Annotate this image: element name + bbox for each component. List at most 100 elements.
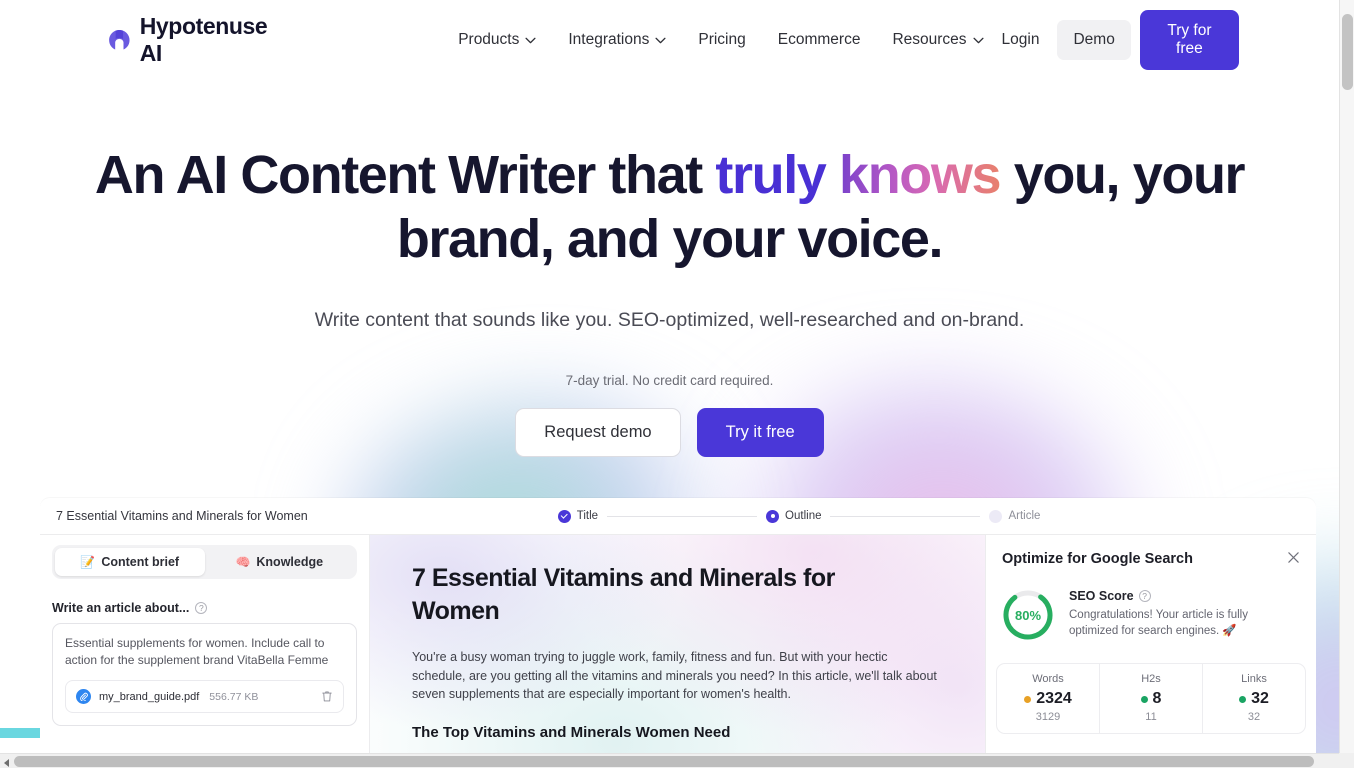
chevron-down-icon — [972, 37, 984, 43]
attachment-chip[interactable]: my_brand_guide.pdf 556.77 KB — [65, 680, 344, 713]
brief-input-value: Essential supplements for women. Include… — [65, 636, 329, 667]
document-title: 7 Essential Vitamins and Minerals for Wo… — [56, 509, 308, 523]
step-connector — [607, 515, 758, 517]
seo-score-label-row: SEO Score ? — [1069, 589, 1289, 603]
seo-panel-header: Optimize for Google Search — [1002, 551, 1300, 567]
brief-field-header: Write an article about... ? — [52, 601, 357, 615]
nav-item-products-label: Products — [458, 31, 520, 48]
seo-score-row: 80% SEO Score ? Congratulations! Your ar… — [1002, 589, 1300, 641]
trash-icon[interactable] — [321, 690, 333, 703]
attachment-file-size: 556.77 KB — [209, 690, 259, 703]
tab-knowledge[interactable]: 🧠 Knowledge — [205, 548, 355, 576]
status-dot-warning — [1024, 695, 1032, 703]
close-icon[interactable] — [1287, 551, 1300, 564]
nav-item-pricing-label: Pricing — [698, 31, 746, 48]
trial-note: 7-day trial. No credit card required. — [565, 373, 774, 388]
check-circle-icon — [557, 509, 571, 523]
seo-score-ring: 80% — [1002, 589, 1054, 641]
status-dot-ok — [1239, 695, 1247, 703]
try-for-free-button[interactable]: Try for free — [1139, 10, 1239, 70]
panel-tabs: 📝 Content brief 🧠 Knowledge — [52, 545, 357, 579]
vertical-scrollbar-thumb[interactable] — [1342, 14, 1353, 90]
tab-content-brief[interactable]: 📝 Content brief — [55, 548, 205, 576]
nav-item-integrations[interactable]: Integrations — [568, 31, 666, 49]
hypotenuse-logo-icon — [109, 29, 130, 50]
stat-h2s-value: 8 — [1152, 690, 1162, 707]
stat-words-name: Words — [1032, 673, 1064, 685]
nav-links: Products Integrations Pricing Ecommerce … — [458, 31, 984, 49]
seo-panel-title: Optimize for Google Search — [1002, 551, 1193, 567]
nav-item-ecommerce[interactable]: Ecommerce — [778, 31, 861, 49]
brain-icon: 🧠 — [235, 555, 251, 569]
horizontal-scrollbar-thumb[interactable] — [14, 756, 1314, 767]
hero-section: An AI Content Writer that truly knows yo… — [0, 80, 1339, 457]
try-it-free-button[interactable]: Try it free — [696, 408, 824, 457]
scroll-left-arrow-icon[interactable] — [4, 759, 9, 767]
stat-h2s-value-row: 8 — [1100, 690, 1202, 708]
content-brief-panel: 📝 Content brief 🧠 Knowledge Write an art… — [40, 535, 370, 753]
brand-logo[interactable]: Hypotenuse AI — [108, 13, 286, 67]
nav-actions: Login Demo Try for free — [984, 10, 1239, 70]
seo-score-label: SEO Score — [1069, 589, 1134, 603]
seo-score-value: 80% — [1014, 607, 1042, 623]
seo-stats-card: Words 2324 3129 H2s 8 11 Links 32 32 — [996, 663, 1306, 734]
tab-content-brief-label: Content brief — [101, 555, 180, 569]
demo-button[interactable]: Demo — [1057, 20, 1131, 60]
product-screenshot: 7 Essential Vitamins and Minerals for Wo… — [40, 498, 1316, 753]
article-paragraph: You're a busy woman trying to juggle wor… — [412, 650, 937, 701]
step-article-label: Article — [1008, 510, 1041, 522]
stat-words-value: 2324 — [1036, 690, 1072, 707]
nav-item-ecommerce-label: Ecommerce — [777, 31, 861, 48]
stat-words: Words 2324 3129 — [997, 664, 1099, 733]
vertical-scrollbar[interactable] — [1339, 0, 1354, 753]
article-title: 7 Essential Vitamins and Minerals for Wo… — [412, 564, 835, 625]
memo-icon: 📝 — [80, 555, 96, 569]
page-title: An AI Content Writer that truly knows yo… — [80, 143, 1260, 271]
headline-accent-knows: knows — [825, 145, 1001, 205]
nav-item-pricing[interactable]: Pricing — [698, 31, 745, 49]
progress-steps: Title Outline Article — [557, 509, 1041, 523]
app-topbar: 7 Essential Vitamins and Minerals for Wo… — [40, 498, 1316, 535]
nav-item-products[interactable]: Products — [458, 31, 536, 49]
current-step-icon — [766, 509, 780, 523]
step-article[interactable]: Article — [989, 509, 1041, 523]
attachment-file-name: my_brand_guide.pdf — [99, 690, 200, 703]
stat-h2s: H2s 8 11 — [1099, 664, 1202, 733]
brief-input-box[interactable]: Essential supplements for women. Include… — [52, 623, 357, 726]
step-title[interactable]: Title — [557, 509, 598, 523]
horizontal-scrollbar[interactable] — [0, 753, 1354, 768]
stat-links-target: 32 — [1247, 711, 1261, 723]
brand-name: Hypotenuse AI — [139, 13, 268, 66]
top-navigation-bar: Hypotenuse AI Products Integrations Pric… — [0, 0, 1339, 80]
stat-links-value-row: 32 — [1203, 690, 1305, 708]
help-circle-icon[interactable]: ? — [195, 602, 208, 614]
step-outline-label: Outline — [785, 510, 822, 522]
article-editor[interactable]: 7 Essential Vitamins and Minerals for Wo… — [370, 535, 985, 753]
chevron-down-icon — [525, 37, 536, 43]
login-link[interactable]: Login — [984, 31, 1058, 49]
status-dot-ok — [1140, 695, 1148, 703]
request-demo-button[interactable]: Request demo — [515, 408, 681, 457]
browser-viewport: Hypotenuse AI Products Integrations Pric… — [0, 0, 1354, 768]
seo-score-description: Congratulations! Your article is fully o… — [1069, 609, 1248, 637]
stat-h2s-name: H2s — [1141, 673, 1161, 685]
scrollbar-corner — [1339, 753, 1354, 768]
hero-subheadline: Write content that sounds like you. SEO-… — [314, 309, 1025, 331]
page-canvas: Hypotenuse AI Products Integrations Pric… — [0, 0, 1339, 753]
brief-field-label: Write an article about... — [52, 601, 190, 615]
stat-links-name: Links — [1241, 673, 1267, 685]
seo-score-text: SEO Score ? Congratulations! Your articl… — [1069, 589, 1289, 639]
stat-h2s-target: 11 — [1145, 711, 1157, 723]
headline-text-1: An AI Content Writer that — [94, 145, 716, 205]
nav-item-resources-label: Resources — [892, 31, 967, 48]
stat-words-target: 3129 — [1035, 711, 1061, 723]
nav-item-resources[interactable]: Resources — [892, 31, 984, 49]
stat-words-value-row: 2324 — [997, 690, 1099, 708]
page-edge-accent — [0, 728, 40, 738]
hero-cta-row: Request demo Try it free — [0, 408, 1339, 457]
headline-accent-truly: truly — [715, 145, 826, 205]
step-outline[interactable]: Outline — [766, 509, 822, 523]
help-circle-icon[interactable]: ? — [1138, 590, 1151, 602]
chevron-down-icon — [655, 37, 666, 43]
headline-line-2: brand, and your voice. — [396, 209, 944, 269]
